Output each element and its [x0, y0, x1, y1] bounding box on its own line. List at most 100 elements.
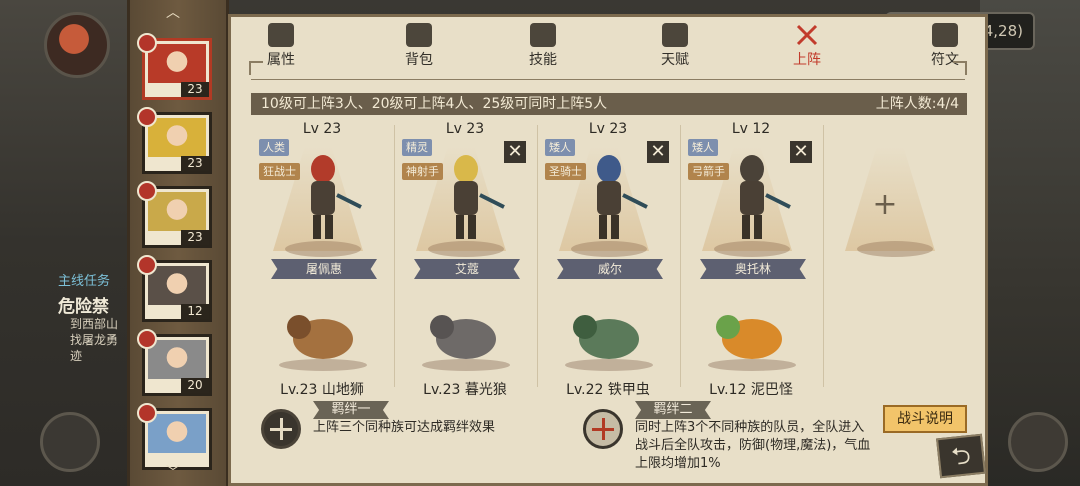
- pet-name: Lv.22 铁甲虫: [566, 382, 650, 398]
- book-icon: [530, 23, 556, 47]
- slot-divider: [537, 125, 538, 387]
- bond-two: 羁绊二 同时上阵3个不同种族的队员，全队进入 战斗后全队攻击，防御(物理,魔法)…: [583, 401, 883, 471]
- hero-card[interactable]: 12: [137, 255, 212, 322]
- hero-name-ribbon: 威尔: [557, 259, 663, 279]
- hero-class-badge-icon: [137, 107, 157, 127]
- pet-name: Lv.12 泥巴怪: [709, 382, 793, 398]
- hero-class-badge-icon: [137, 403, 157, 423]
- remove-hero-close-icon[interactable]: ✕: [790, 141, 812, 163]
- slot-divider: [823, 125, 824, 387]
- empty-formation-slot[interactable]: +: [823, 117, 965, 405]
- hero-name-ribbon: 屠佩惠: [271, 259, 377, 279]
- hero-figure: [569, 149, 649, 245]
- bond-one-emblem-icon: [261, 409, 301, 449]
- bond-one-text: 上阵三个同种族可达成羁绊效果: [313, 420, 496, 435]
- bond-two-line: 同时上阵3个不同种族的队员，全队进入: [635, 420, 865, 435]
- flame-icon: [268, 23, 294, 47]
- hero-card[interactable]: 23: [137, 181, 212, 248]
- bond-one-title: 羁绊一: [313, 401, 389, 419]
- hero-roster[interactable]: ︿ 23 23 23 12 20 ﹀: [127, 0, 229, 486]
- tab-bar: 属性 背包 技能 天赋 上阵 符文: [231, 17, 985, 75]
- hero-portrait: [148, 414, 206, 453]
- formation-panel: 属性 背包 技能 天赋 上阵 符文 10级可上阵3人、20级可上阵4人、25级可同时上阵5…: [228, 14, 988, 486]
- hero-class-badge-icon: [137, 33, 157, 53]
- add-hero-plus-icon[interactable]: +: [867, 187, 903, 223]
- formation-slot[interactable]: Lv 23 矮人 圣骑士 威尔 Lv.22 铁甲虫 ✕: [537, 117, 679, 405]
- rune-icon: [932, 23, 958, 47]
- hero-level: 20: [181, 378, 209, 393]
- bond-two-line: 战斗后全队攻击，防御(物理,魔法)，气血: [635, 438, 871, 453]
- panel-corner: [953, 61, 967, 75]
- tab-label: 背包: [405, 52, 433, 68]
- hero-portrait: [148, 340, 206, 379]
- bond-one: 羁绊一 上阵三个同种族可达成羁绊效果: [261, 401, 581, 471]
- formation-slots: Lv 23 人类 狂战士 屠佩惠 Lv.23 山地狮 Lv 23 精灵 神射手 艾蔻 Lv.23 …: [251, 117, 967, 405]
- hero-figure: [426, 149, 506, 245]
- battle-info-button[interactable]: 战斗说明: [883, 405, 967, 433]
- pet-figure: [702, 295, 802, 373]
- scroll-down-icon[interactable]: ﹀: [166, 462, 180, 482]
- tab-2[interactable]: 技能: [513, 23, 573, 71]
- pet-name: Lv.23 暮光狼: [423, 382, 507, 398]
- home-button[interactable]: [1008, 412, 1068, 472]
- scroll-up-icon[interactable]: ︿: [166, 2, 180, 22]
- hero-level: 23: [181, 230, 209, 245]
- spotlight-base: [857, 241, 933, 257]
- quest-type-label: 主线任务: [58, 274, 111, 289]
- formation-count: 上阵人数:4/4: [875, 96, 959, 112]
- hero-card[interactable]: 23: [137, 107, 212, 174]
- tab-3[interactable]: 天赋: [645, 23, 705, 71]
- hero-class-badge-icon: [137, 255, 157, 275]
- hero-slot-level: Lv 23: [302, 121, 342, 137]
- remove-hero-close-icon[interactable]: ✕: [647, 141, 669, 163]
- tab-label: 上阵: [793, 52, 821, 68]
- remove-hero-close-icon[interactable]: ✕: [504, 141, 526, 163]
- hero-portrait: [148, 118, 206, 157]
- formation-slot[interactable]: Lv 23 人类 狂战士 屠佩惠 Lv.23 山地狮: [251, 117, 393, 405]
- eye-icon: [662, 23, 688, 47]
- bond-two-title: 羁绊二: [635, 401, 711, 419]
- backpack-icon: [406, 23, 432, 47]
- formation-slot[interactable]: Lv 23 精灵 神射手 艾蔻 Lv.23 暮光狼 ✕: [394, 117, 536, 405]
- hero-card[interactable]: [137, 403, 212, 470]
- map-button[interactable]: [40, 412, 100, 472]
- quest-title[interactable]: 危险禁: [58, 292, 109, 317]
- player-avatar[interactable]: [44, 12, 110, 78]
- hero-card[interactable]: 23: [137, 33, 212, 100]
- bond-two-line: 上限均增加1%: [635, 456, 721, 471]
- hero-portrait: [148, 266, 206, 305]
- bond-two-emblem-icon: [583, 409, 623, 449]
- hero-slot-level: Lv 23: [445, 121, 485, 137]
- tab-label: 天赋: [661, 52, 689, 68]
- return-button[interactable]: ⮌: [936, 433, 986, 479]
- hero-class-badge-icon: [137, 181, 157, 201]
- slot-divider: [680, 125, 681, 387]
- tab-label: 技能: [529, 52, 557, 68]
- hero-portrait: [148, 192, 206, 231]
- tab-divider: [251, 79, 965, 80]
- hero-name-ribbon: 艾蔻: [414, 259, 520, 279]
- pet-figure: [273, 295, 373, 373]
- hero-figure: [712, 149, 792, 245]
- hero-name-ribbon: 奥托林: [700, 259, 806, 279]
- tab-1[interactable]: 背包: [389, 23, 449, 71]
- hero-class-badge-icon: [137, 329, 157, 349]
- hero-slot-level: Lv 12: [731, 121, 771, 137]
- hero-level: 23: [181, 82, 209, 97]
- hero-level: 12: [181, 304, 209, 319]
- formation-info-bar: 10级可上阵3人、20级可上阵4人、25级可同时上阵5人 上阵人数:4/4: [251, 93, 967, 115]
- formation-slot[interactable]: Lv 12 矮人 弓箭手 奥托林 Lv.12 泥巴怪 ✕: [680, 117, 822, 405]
- hero-portrait: [148, 44, 206, 83]
- pet-name: Lv.23 山地狮: [280, 382, 364, 398]
- slot-divider: [394, 125, 395, 387]
- bond-two-text: 同时上阵3个不同种族的队员，全队进入 战斗后全队攻击，防御(物理,魔法)，气血 …: [635, 419, 870, 473]
- panel-corner: [249, 61, 263, 75]
- hero-card[interactable]: 20: [137, 329, 212, 396]
- hero-level: 23: [181, 156, 209, 171]
- pet-figure: [559, 295, 659, 373]
- hero-figure: [283, 149, 363, 245]
- tab-4[interactable]: 上阵: [777, 23, 837, 71]
- crossed-swords-icon: [794, 23, 820, 47]
- hero-slot-level: Lv 23: [588, 121, 628, 137]
- quest-description: 到西部山 找屠龙勇 迹: [70, 317, 119, 363]
